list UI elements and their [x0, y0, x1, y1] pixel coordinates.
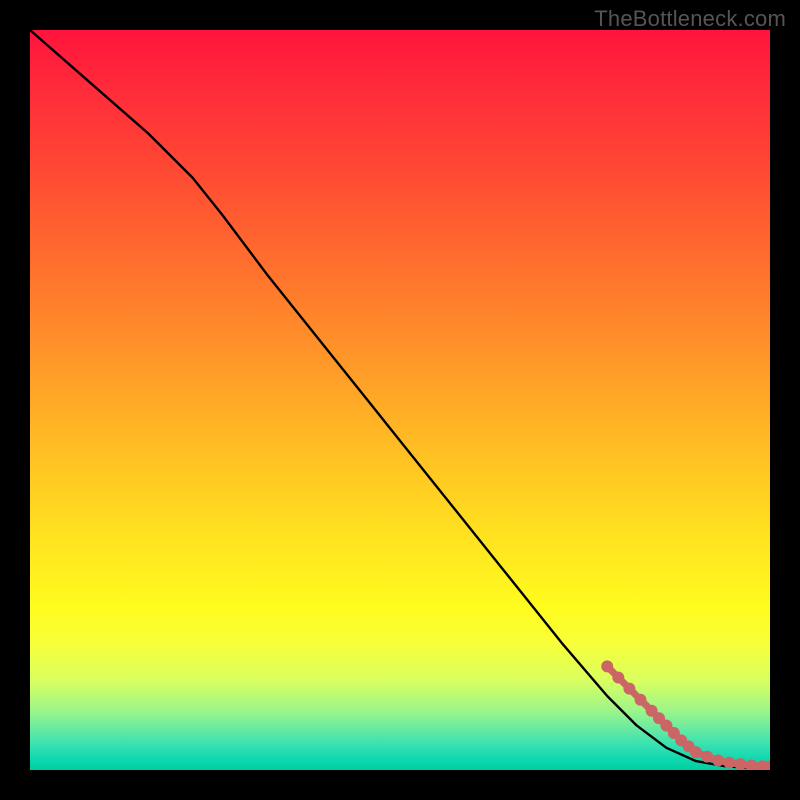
chart-frame: TheBottleneck.com [0, 0, 800, 800]
main-curve [30, 30, 770, 769]
watermark-text: TheBottleneck.com [594, 6, 786, 32]
plot-svg [30, 30, 770, 770]
plot-area [30, 30, 770, 770]
